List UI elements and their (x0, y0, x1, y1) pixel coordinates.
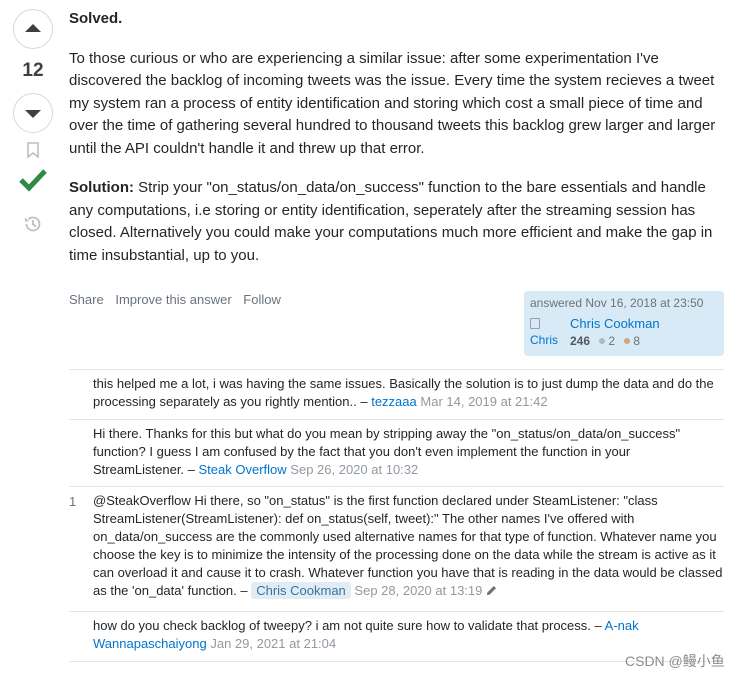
silver-badge-icon (599, 338, 606, 344)
solution-label: Solution: (69, 179, 134, 196)
solved-heading: Solved. (69, 10, 123, 27)
answer-body: Solved. To those curious or who are expe… (69, 8, 724, 284)
comment-author-link[interactable]: Steak Overflow (199, 462, 287, 477)
answered-time: answered Nov 16, 2018 at 23:50 (530, 296, 704, 310)
bronze-badge-icon (624, 338, 631, 344)
solution-text: Strip your "on_status/on_data/on_success… (69, 179, 713, 264)
pencil-icon (487, 585, 497, 596)
comment-score: 1 (69, 494, 77, 509)
upvote-button[interactable] (13, 9, 53, 49)
comment-date[interactable]: Sep 28, 2020 at 13:19 (354, 583, 482, 598)
comment-author-link[interactable]: Chris Cookman (251, 582, 351, 599)
avatar[interactable]: Chris Cookman (530, 316, 562, 348)
history-icon[interactable] (23, 214, 43, 234)
comment-text: how do you check backlog of tweepy? i am… (93, 618, 602, 633)
improve-answer-link[interactable]: Improve this answer (115, 292, 231, 307)
share-link[interactable]: Share (69, 292, 104, 307)
comments-list: this helped me a lot, i was having the s… (69, 369, 724, 662)
comment-date[interactable]: Mar 14, 2019 at 21:42 (420, 394, 547, 409)
silver-badge-count: 2 (608, 334, 616, 348)
bookmark-icon[interactable] (24, 141, 42, 159)
user-stats: 246 2 8 (570, 334, 640, 348)
bronze-badge-count: 8 (633, 334, 641, 348)
answer-paragraph: To those curious or who are experiencing… (69, 49, 716, 157)
comment-date[interactable]: Sep 26, 2020 at 10:32 (290, 462, 418, 477)
arrow-up-icon (25, 24, 41, 32)
vote-count: 12 (22, 60, 44, 81)
comment-item: this helped me a lot, i was having the s… (69, 370, 724, 420)
solution-paragraph: Solution: Strip your "on_status/on_data/… (69, 177, 724, 267)
user-name-link[interactable]: Chris Cookman (570, 316, 660, 331)
arrow-down-icon (25, 110, 41, 118)
reputation-score: 246 (570, 334, 591, 348)
comment-author-link[interactable]: tezzaaa (371, 394, 417, 409)
csdn-watermark: CSDN @鳗小鱼 (625, 653, 725, 669)
broken-image-icon (530, 318, 540, 329)
vote-column: 12 (13, 9, 53, 232)
comment-item: Hi there. Thanks for this but what do yo… (69, 420, 724, 487)
downvote-button[interactable] (13, 93, 53, 133)
follow-link[interactable]: Follow (243, 292, 281, 307)
comment-item: 1 @SteakOverflow Hi there, so "on_status… (69, 487, 724, 612)
answer-signature: answered Nov 16, 2018 at 23:50 Chris Coo… (524, 291, 724, 356)
comment-date[interactable]: Jan 29, 2021 at 21:04 (210, 636, 336, 651)
post-menu: Share Improve this answer Follow (69, 292, 289, 307)
checkmark-icon (19, 169, 47, 192)
